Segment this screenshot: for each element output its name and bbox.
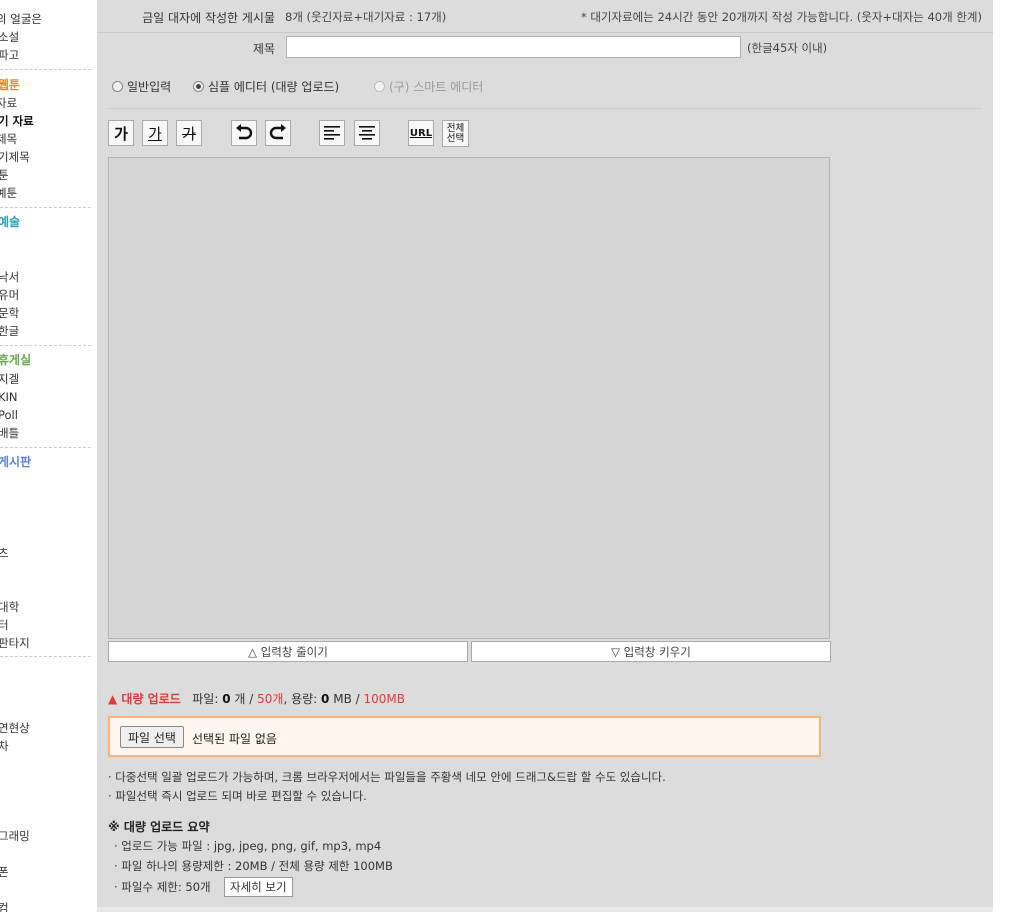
mode-smart-radio[interactable]: (구) 스마트 에디터 xyxy=(374,78,483,95)
sidebar-group-art[interactable]: 예술 xyxy=(0,213,20,231)
sidebar-divider xyxy=(0,656,91,657)
sidebar-item[interactable]: KIN xyxy=(0,388,18,406)
strikethrough-icon: 가 xyxy=(182,124,196,143)
summary-count-limit: · 파일수 제한: 50개 xyxy=(114,880,211,894)
size-unit: MB / xyxy=(333,692,360,706)
link-icon: URL xyxy=(409,127,433,139)
sidebar-item[interactable]: 그래밍 xyxy=(0,827,30,845)
post-count-label: 금일 대자에 작성한 게시물 xyxy=(142,11,275,25)
sidebar-item[interactable]: 낙서 xyxy=(0,268,19,286)
left-sidebar: 의 얼굴은 소설 파고 웹툰 자료 기 자료 제목 기제목 툰 예툰 예술 낙서… xyxy=(0,0,92,912)
sidebar-item[interactable]: 츠 xyxy=(0,544,9,562)
title-input[interactable] xyxy=(286,36,741,58)
sidebar-item[interactable]: Poll xyxy=(0,406,18,424)
sidebar-item[interactable]: 유머 xyxy=(0,286,19,304)
undo-icon xyxy=(236,124,253,140)
select-all-icon: 전체선택 xyxy=(446,122,465,144)
panel-bottom-bar xyxy=(97,907,993,912)
sidebar-item[interactable]: 컴 xyxy=(0,899,9,912)
grow-editor-button[interactable]: ▽ 입력창 키우기 xyxy=(471,641,831,662)
select-all-button[interactable]: 전체선택 xyxy=(442,120,469,147)
mode-normal-label: 일반입력 xyxy=(127,80,172,94)
row-divider xyxy=(97,32,993,33)
sidebar-divider xyxy=(0,69,91,70)
shrink-editor-button[interactable]: △ 입력창 줄이기 xyxy=(108,641,468,662)
title-hint: (한글45자 이내) xyxy=(747,41,828,55)
sidebar-divider xyxy=(0,207,91,208)
upload-dropzone[interactable]: 파일 선택 선택된 파일 없음 xyxy=(108,716,821,757)
sidebar-item[interactable]: 대학 xyxy=(0,598,19,616)
align-left-icon xyxy=(324,126,340,140)
file-status-text: 선택된 파일 없음 xyxy=(192,732,277,746)
sidebar-group-webtoon[interactable]: 웹툰 xyxy=(0,76,20,94)
sidebar-item[interactable]: 소설 xyxy=(0,28,19,46)
radio-dot xyxy=(374,81,385,92)
bold-icon: 가 xyxy=(114,124,128,143)
title-label: 제목 xyxy=(252,42,275,56)
file-label: 파일: xyxy=(192,692,219,706)
sidebar-item[interactable]: 한글 xyxy=(0,322,19,340)
sidebar-item[interactable]: 툰 xyxy=(0,166,9,184)
radio-dot xyxy=(112,81,123,92)
sidebar-item[interactable]: 터 xyxy=(0,616,9,634)
strikethrough-button[interactable]: 가 xyxy=(176,120,202,146)
mode-normal-radio[interactable]: 일반입력 xyxy=(112,78,171,95)
file-unit: 개 / xyxy=(234,692,254,706)
summary-limit: · 파일 하나의 용량제한 : 20MB / 전체 용량 제한 100MB xyxy=(114,859,393,873)
sidebar-divider xyxy=(0,447,91,448)
post-count-note: * 대기자료에는 24시간 동안 20개까지 작성 가능합니다. (웃자+대자는… xyxy=(580,10,982,24)
write-form-panel: 금일 대자에 작성한 게시물 8개 (웃긴자료+대기자료 : 17개) * 대기… xyxy=(97,0,993,912)
form-body: 금일 대자에 작성한 게시물 8개 (웃긴자료+대기자료 : 17개) * 대기… xyxy=(97,0,993,908)
size-label: , 용량: xyxy=(283,692,318,706)
sidebar-item[interactable]: 연현상 xyxy=(0,719,30,737)
sidebar-item[interactable]: 차 xyxy=(0,737,9,755)
post-count-value: 8개 (웃긴자료+대기자료 : 17개) xyxy=(285,10,447,24)
upload-note: · 다중선택 일괄 업로드가 가능하며, 크롬 브라우저에서는 파일들을 주황색… xyxy=(108,770,666,784)
summary-allowed: · 업로드 가능 파일 : jpg, jpeg, png, gif, mp3, … xyxy=(114,839,382,853)
sidebar-item-active[interactable]: 기 자료 xyxy=(0,112,34,130)
sidebar-item[interactable]: 판타지 xyxy=(0,634,30,652)
detail-button[interactable]: 자세히 보기 xyxy=(224,877,293,897)
undo-button[interactable] xyxy=(231,120,257,146)
redo-button[interactable] xyxy=(265,120,291,146)
size-max: 100MB xyxy=(363,692,406,706)
size-used: 0 xyxy=(321,692,330,706)
file-max: 50개 xyxy=(257,692,284,706)
sidebar-item[interactable]: 배틀 xyxy=(0,424,19,442)
section-divider xyxy=(108,108,982,109)
sidebar-item[interactable]: 파고 xyxy=(0,46,19,64)
upload-status: ▲ 대량 업로드 파일: 0 개 / 50개, 용량: 0 MB / 100MB xyxy=(108,690,405,707)
redo-icon xyxy=(269,124,286,140)
file-count: 0 xyxy=(222,692,231,706)
radio-dot-checked xyxy=(193,81,204,92)
sidebar-item[interactable]: 지겔 xyxy=(0,370,19,388)
sidebar-item[interactable]: 문학 xyxy=(0,304,19,322)
align-center-button[interactable] xyxy=(354,120,380,146)
url-button[interactable]: URL xyxy=(408,120,434,146)
summary-title: ※ 대량 업로드 요약 xyxy=(108,820,210,834)
sidebar-group-board[interactable]: 게시판 xyxy=(0,453,31,471)
sidebar-item[interactable]: 자료 xyxy=(0,94,17,112)
choose-file-button[interactable]: 파일 선택 xyxy=(120,726,184,748)
underline-button[interactable]: 가 xyxy=(142,120,168,146)
underline-icon: 가 xyxy=(148,124,162,143)
mode-simple-label: 심플 에디터 (대량 업로드) xyxy=(208,80,340,94)
sidebar-item[interactable]: 폰 xyxy=(0,863,9,881)
sidebar-item[interactable]: 의 얼굴은 xyxy=(0,10,42,28)
upload-title: ▲ 대량 업로드 xyxy=(108,692,181,706)
mode-simple-radio[interactable]: 심플 에디터 (대량 업로드) xyxy=(193,78,339,95)
sidebar-item[interactable]: 예툰 xyxy=(0,184,17,202)
sidebar-item[interactable]: 기제목 xyxy=(0,148,30,166)
align-center-icon xyxy=(359,126,375,140)
sidebar-item[interactable]: 제목 xyxy=(0,130,17,148)
mode-smart-label: (구) 스마트 에디터 xyxy=(389,80,484,94)
align-left-button[interactable] xyxy=(319,120,345,146)
bold-button[interactable]: 가 xyxy=(108,120,134,146)
sidebar-group-lounge[interactable]: 휴게실 xyxy=(0,351,31,369)
editor-textarea[interactable] xyxy=(108,157,830,639)
upload-note: · 파일선택 즉시 업로드 되며 바로 편집할 수 있습니다. xyxy=(108,789,367,803)
sidebar-divider xyxy=(0,345,91,346)
